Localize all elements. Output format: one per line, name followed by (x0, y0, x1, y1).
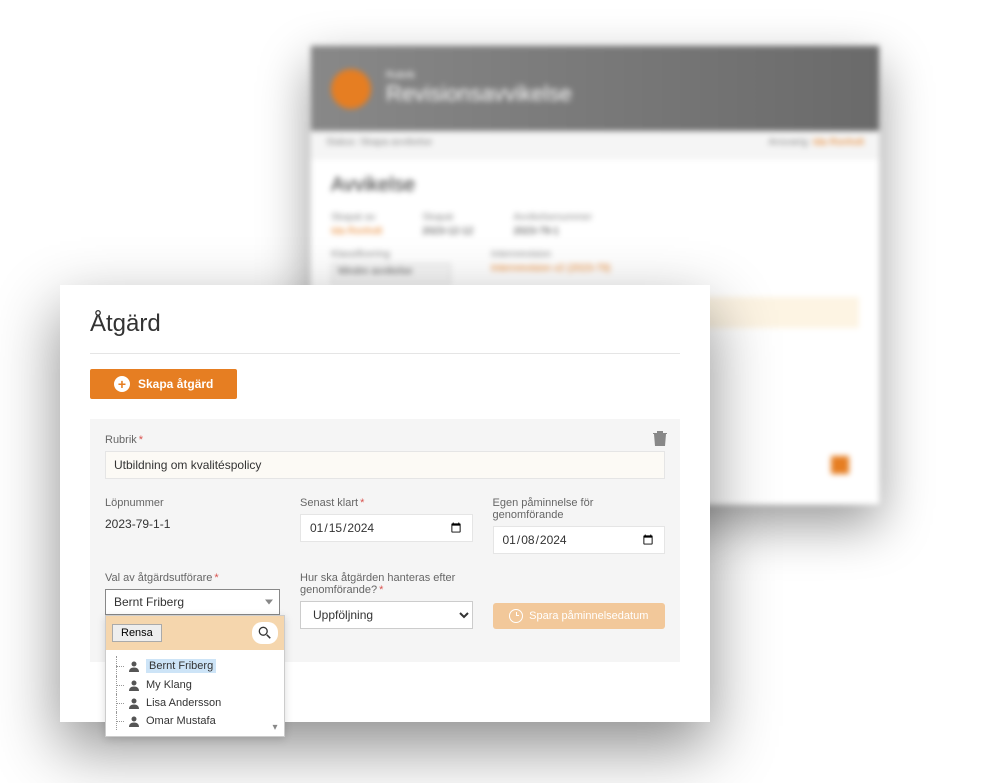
header-banner: Rubrik Revisionsavvikelse (311, 46, 879, 131)
header-small-label: Rubrik (386, 70, 572, 81)
list-item[interactable]: Omar Mustafa (110, 712, 280, 730)
panel-title: Åtgärd (90, 310, 680, 338)
field-value: 2023-12-12 (422, 226, 473, 237)
status-bar: Status: Skapa avvikelse Ansvarig: Ida Ro… (311, 131, 879, 159)
field-value: 2023-79-1 (513, 226, 559, 237)
handling-select[interactable]: Uppföljning (300, 601, 473, 629)
person-icon (128, 715, 140, 727)
person-icon (128, 660, 140, 672)
save-reminder-button[interactable]: Spara påminnelsedatum (493, 603, 666, 629)
handling-label: Hur ska åtgärden hanteras efter genomför… (300, 572, 473, 596)
field-value[interactable]: Internrevision v2 (2023-79) (491, 263, 611, 274)
trash-icon (652, 429, 668, 447)
list-item[interactable]: My Klang (110, 676, 280, 694)
create-action-button[interactable]: + Skapa åtgärd (90, 369, 237, 399)
chevron-down-icon[interactable]: ▾ (268, 720, 282, 734)
chevron-down-icon (265, 600, 273, 605)
field-label: Skapat (422, 212, 473, 223)
rubrik-label: Rubrik* (105, 434, 665, 446)
responsible-label: Ansvarig: (768, 137, 810, 148)
classification-select[interactable]: Mindre avvikelse (331, 263, 451, 285)
person-icon (128, 679, 140, 691)
field-value[interactable]: Ida Ronholt (331, 226, 382, 237)
reminder-label: Egen påminnelse för genomförande (493, 497, 666, 521)
status-text: Status: Skapa avvikelse (326, 137, 432, 152)
list-item[interactable]: Lisa Andersson (110, 694, 280, 712)
divider (90, 353, 680, 354)
field-label: Avvikelsenummer (513, 212, 592, 223)
senast-klart-label: Senast klart* (300, 497, 473, 509)
clock-icon (509, 609, 523, 623)
create-action-label: Skapa åtgärd (138, 377, 213, 391)
plus-icon: + (114, 376, 130, 392)
responsible-value[interactable]: Ida Ronholt (813, 137, 864, 148)
performer-label: Val av åtgärdsutförare* (105, 572, 280, 584)
action-panel: Åtgärd + Skapa åtgärd Rubrik* Löpnummer (60, 285, 710, 722)
header-title: Revisionsavvikelse (386, 81, 572, 106)
lopnummer-label: Löpnummer (105, 497, 280, 509)
popup-header: Rensa (106, 616, 284, 650)
field-label: Klassificering (331, 249, 451, 260)
search-icon (258, 626, 272, 640)
popup-list: Bernt Friberg My Klang Lisa Andersson (106, 650, 284, 736)
search-button[interactable] (252, 622, 278, 644)
performer-dropdown-trigger[interactable]: Bernt Friberg (105, 589, 280, 615)
warning-icon (331, 69, 371, 109)
form-panel: Rubrik* Löpnummer 2023-79-1-1 Senast kla… (90, 419, 680, 662)
senast-klart-input[interactable] (300, 514, 473, 542)
clear-button[interactable]: Rensa (112, 624, 162, 642)
field-label: Internrevision (491, 249, 611, 260)
person-icon (128, 697, 140, 709)
section-title: Avvikelse (331, 174, 859, 197)
action-square[interactable] (831, 456, 849, 474)
delete-button[interactable] (652, 429, 670, 449)
performer-dropdown[interactable]: Bernt Friberg Rensa (105, 589, 280, 615)
field-label: Skapat av (331, 212, 382, 223)
performer-dropdown-popup: Rensa Bernt Friberg (105, 615, 285, 737)
lopnummer-value: 2023-79-1-1 (105, 514, 280, 531)
list-item[interactable]: Bernt Friberg (110, 656, 280, 676)
reminder-input[interactable] (493, 526, 666, 554)
rubrik-input[interactable] (105, 451, 665, 479)
